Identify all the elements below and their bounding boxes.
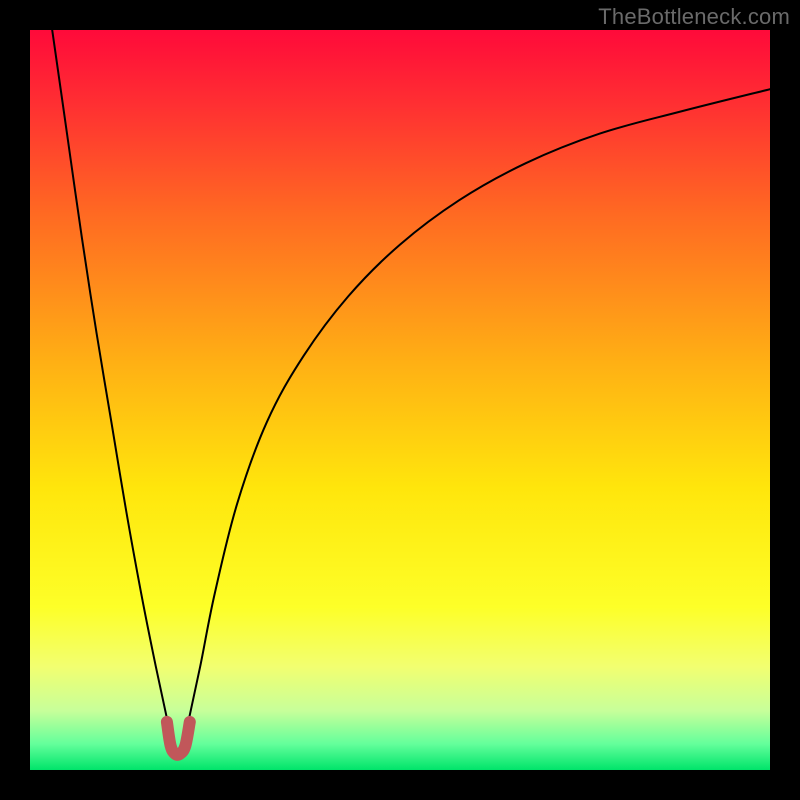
- chart-frame: TheBottleneck.com: [0, 0, 800, 800]
- chart-background: [30, 30, 770, 770]
- bottleneck-chart: [30, 30, 770, 770]
- watermark: TheBottleneck.com: [598, 4, 790, 30]
